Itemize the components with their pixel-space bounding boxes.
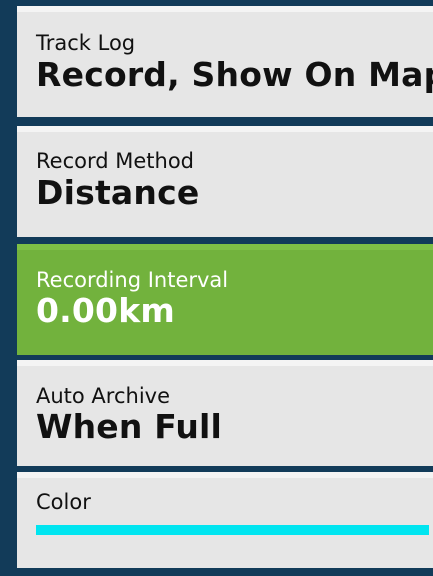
- setting-label: Color: [36, 490, 91, 514]
- setting-label: Track Log: [36, 31, 136, 55]
- setting-auto-archive[interactable]: Auto Archive When Full: [17, 360, 433, 466]
- setting-value: 0.00km: [36, 291, 175, 330]
- color-swatch: [36, 525, 429, 535]
- setting-track-log[interactable]: Track Log Record, Show On Map: [17, 6, 433, 117]
- setting-color[interactable]: Color: [17, 472, 433, 568]
- setting-label: Auto Archive: [36, 384, 171, 408]
- screen: Track Log Record, Show On Map Record Met…: [0, 0, 433, 576]
- setting-value: Distance: [36, 173, 200, 212]
- setting-label: Recording Interval: [36, 268, 229, 292]
- setting-value: Record, Show On Map: [36, 55, 433, 94]
- setting-label: Record Method: [36, 149, 194, 173]
- setting-value: When Full: [36, 407, 223, 446]
- setting-recording-interval[interactable]: Recording Interval 0.00km: [17, 244, 433, 355]
- setting-record-method[interactable]: Record Method Distance: [17, 126, 433, 237]
